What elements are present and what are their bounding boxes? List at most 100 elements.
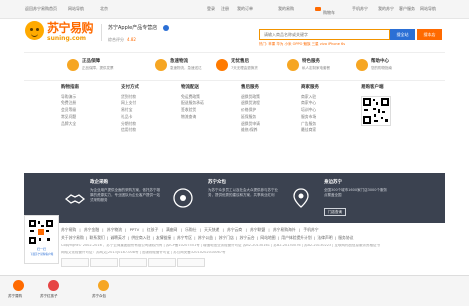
footer-link[interactable]: 关于苏宁易购 <box>61 235 84 240</box>
footer-link[interactable]: 苏宁联盟 <box>250 227 265 232</box>
footer-link[interactable]: 退换货政策 <box>241 94 260 99</box>
register-link[interactable]: 注册 <box>221 7 229 11</box>
footer-link[interactable]: 退换货申请 <box>241 121 260 126</box>
footer-link[interactable]: 苏宁门店 <box>219 235 234 240</box>
bottom-item-crowd[interactable]: 苏宁众包 <box>92 276 116 305</box>
footer-link[interactable]: 友情链接 <box>156 235 171 240</box>
store-lookup-button[interactable]: 门店查询 <box>324 208 346 216</box>
site-map-link[interactable]: 网站导航 <box>420 7 436 11</box>
link-col-app: 易购客户端 <box>361 85 384 91</box>
footer-link[interactable]: 维修/保养 <box>241 128 260 132</box>
service-row: 正品保障 正品保障，提供发票 急速物流 急速物流，急速送达 无忧售后 7天无理由… <box>67 58 442 76</box>
search-box <box>259 29 390 40</box>
my-orders-link[interactable]: 我的订单 <box>237 7 253 11</box>
cart-label: 购物车 <box>323 10 335 15</box>
footer-link[interactable]: 广告服务 <box>301 121 319 126</box>
footer-link[interactable]: 红孩子 <box>147 227 158 232</box>
store-name[interactable]: 苏宁Apple产品专营店 <box>108 26 157 31</box>
footer-link[interactable]: 用户体验提升计划 <box>281 235 311 240</box>
top-bar: 返回苏宁易购首页 网站导航 北京 登录 注册 我的订单 我的易购 购物车 手机苏… <box>0 0 469 19</box>
footer-link[interactable]: 退换货流程 <box>241 101 260 105</box>
footer-link[interactable]: 品牌大全 <box>61 121 79 126</box>
footer-link[interactable]: 服务协议 <box>338 235 353 240</box>
footer-link[interactable]: 信用付款 <box>121 128 139 132</box>
my-suning-menu[interactable]: 我的苏宁 <box>378 7 394 11</box>
footer-link[interactable]: 价格保护 <box>241 108 260 112</box>
my-suning-link[interactable]: 我的易购 <box>278 7 294 11</box>
footer-link[interactable]: 常见问题 <box>61 115 79 119</box>
footer-link[interactable]: 导购演示 <box>61 94 79 99</box>
footer-link[interactable]: 签收验货 <box>181 108 204 112</box>
footer-link[interactable]: PPTV <box>130 227 140 232</box>
footer-link[interactable]: 免费注册 <box>61 101 79 105</box>
hot-search-words[interactable]: 热门: 苹果 华为 小米 OPPO 魅族 三星 vivo iPhone 6s <box>259 42 345 47</box>
footer-link[interactable]: 苏宁云台 <box>240 235 255 240</box>
footer-link[interactable]: 天天快递 <box>204 227 219 232</box>
location-selector[interactable]: 北京 <box>100 7 108 11</box>
cert-badge-icon[interactable] <box>90 258 118 267</box>
footer-link[interactable]: 苏宁物流 <box>107 227 122 232</box>
certification-badges <box>61 258 261 267</box>
footer-link[interactable]: 分期付款 <box>121 121 139 126</box>
footer-link[interactable]: 联系我们 <box>89 235 104 240</box>
license-text: 网络文化经营许可证：苏网文[2013]0187-008号 | 出版物经营许可证 … <box>61 251 226 254</box>
column-heading: 售后服务 <box>241 85 259 90</box>
footer-link[interactable]: 易付宝 <box>121 108 139 112</box>
service-aftersale[interactable]: 无忧售后 7天无理由退换货 <box>216 58 286 76</box>
cert-badge-icon[interactable] <box>148 258 176 267</box>
search-input[interactable] <box>260 30 368 39</box>
footer-link[interactable]: 服务市场 <box>301 115 319 119</box>
footer-link[interactable]: 配送服务承诺 <box>181 101 204 105</box>
footer-link[interactable]: 商家入驻 <box>301 94 319 99</box>
footer-link[interactable]: 苏宁金融 <box>84 227 99 232</box>
footer-link[interactable]: 苏宁专区 <box>177 235 192 240</box>
mobile-suning-link[interactable]: 手机苏宁 <box>352 7 368 11</box>
footer-link[interactable]: 苏宁易购海外 <box>273 227 296 232</box>
footer-link[interactable]: 会员等级 <box>61 108 79 112</box>
footer-link[interactable]: 苏宁公益 <box>198 235 213 240</box>
suning-logo[interactable]: 苏宁易购 suning.com <box>25 21 96 46</box>
login-link[interactable]: 登录 <box>207 7 215 11</box>
footer-link[interactable]: 延保服务 <box>241 115 260 119</box>
footer-link[interactable]: 免运费政策 <box>181 94 204 99</box>
footer-link[interactable]: 商家中心 <box>301 101 319 105</box>
store-rating: 4.82 <box>127 37 136 42</box>
customer-service-link[interactable]: 客户服务 <box>399 7 415 11</box>
bottom-item-redbaby[interactable]: 苏宁红孩子 <box>40 276 68 305</box>
footer-link[interactable]: 物流查询 <box>181 115 204 119</box>
service-genuine[interactable]: 正品保障 正品保障，提供发票 <box>67 58 137 76</box>
cert-badge-icon[interactable] <box>119 258 147 267</box>
column-heading: 商家服务 <box>301 85 319 90</box>
qr-caption: 扫一扫 <box>36 247 46 251</box>
footer-link[interactable]: 最佳商家 <box>301 128 319 132</box>
footer-link[interactable]: 礼品卡 <box>121 115 139 119</box>
footer-link[interactable]: 法律声明 <box>317 235 332 240</box>
home-link[interactable]: 返回苏宁易购首页 <box>25 7 57 11</box>
cert-badge-icon[interactable] <box>177 258 205 267</box>
footer-link[interactable]: 货到付款 <box>121 94 139 99</box>
service-help[interactable]: 帮助中心 您的购物指南 <box>356 58 426 76</box>
service-special[interactable]: 特色服务 私人定制家电套餐 <box>287 58 357 76</box>
footer-link[interactable]: 诚聘英才 <box>110 235 125 240</box>
column-heading: 易购客户端 <box>361 85 384 90</box>
footer-link[interactable]: 供应商入驻 <box>131 235 150 240</box>
footer-link[interactable]: 培训中心 <box>301 108 319 112</box>
site-nav-link[interactable]: 网站导航 <box>68 7 84 11</box>
service-logistics[interactable]: 急速物流 急速物流，急速送达 <box>155 58 225 76</box>
footer-link[interactable]: 满座网 <box>166 227 177 232</box>
service-title: 特色服务 <box>302 59 320 64</box>
footer-link[interactable]: 苏宁云商 <box>227 227 242 232</box>
bottom-item-suning[interactable]: 苏宁易购 <box>8 276 30 305</box>
qr-caption-sub: 下载苏宁易购客户端 <box>29 253 54 256</box>
cert-badge-icon[interactable] <box>61 258 89 267</box>
cart-button[interactable]: 购物车 <box>311 4 342 15</box>
search-all-button[interactable]: 搜全站 <box>390 29 415 40</box>
footer-link[interactable]: 网站地图 <box>260 235 275 240</box>
floating-app-qr[interactable]: 扫一扫 下载苏宁易购客户端 <box>24 215 59 264</box>
footer-link[interactable]: 乐购仕 <box>185 227 196 232</box>
footer-link[interactable]: 手机苏宁 <box>303 227 318 232</box>
bottom-item-label: 苏宁易购 <box>8 294 22 298</box>
search-store-button[interactable]: 搜本店 <box>417 29 442 40</box>
footer-link[interactable]: 网上支付 <box>121 101 139 105</box>
footer-link[interactable]: 苏宁易购 <box>61 227 76 232</box>
